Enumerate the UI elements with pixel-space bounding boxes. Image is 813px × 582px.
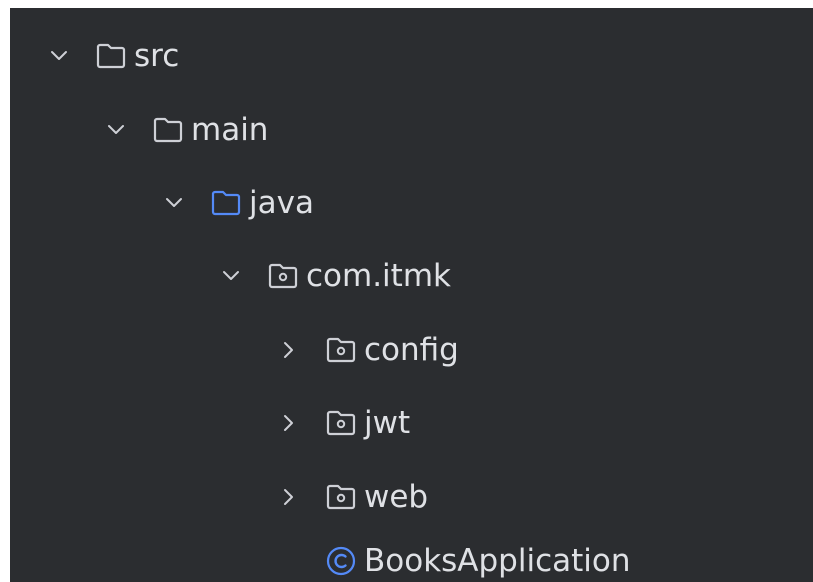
tree-item-java[interactable]: java [163,178,314,228]
tree-item-config[interactable]: config [278,325,459,375]
package-icon [324,482,358,512]
package-icon [266,261,300,291]
chevron-down-icon[interactable] [105,119,127,141]
tree-item-label: BooksApplication [364,543,631,579]
project-tree-panel: src main java com.itmk config jwt web Bo… [10,8,813,582]
tree-item-src[interactable]: src [48,31,179,81]
tree-item-label: src [134,38,180,74]
class-icon [324,546,358,576]
tree-item-com-itmk[interactable]: com.itmk [220,251,451,301]
tree-item-label: config [364,332,459,368]
tree-item-label: web [364,479,429,515]
chevron-right-icon[interactable] [278,486,300,508]
chevron-down-icon[interactable] [48,45,70,67]
package-icon [324,408,358,438]
chevron-down-icon[interactable] [220,265,242,287]
folder-icon [151,115,185,145]
tree-item-label: java [249,185,314,221]
tree-item-label: com.itmk [306,258,451,294]
tree-item-web[interactable]: web [278,472,428,522]
chevron-right-icon[interactable] [278,412,300,434]
chevron-right-icon[interactable] [278,339,300,361]
source-folder-icon [209,188,243,218]
tree-item-booksapplication[interactable]: BooksApplication [278,536,631,582]
tree-item-label: jwt [364,405,411,441]
package-icon [324,335,358,365]
folder-icon [94,41,128,71]
tree-item-main[interactable]: main [105,105,268,155]
tree-item-label: main [191,112,269,148]
chevron-down-icon[interactable] [163,192,185,214]
tree-item-jwt[interactable]: jwt [278,398,410,448]
